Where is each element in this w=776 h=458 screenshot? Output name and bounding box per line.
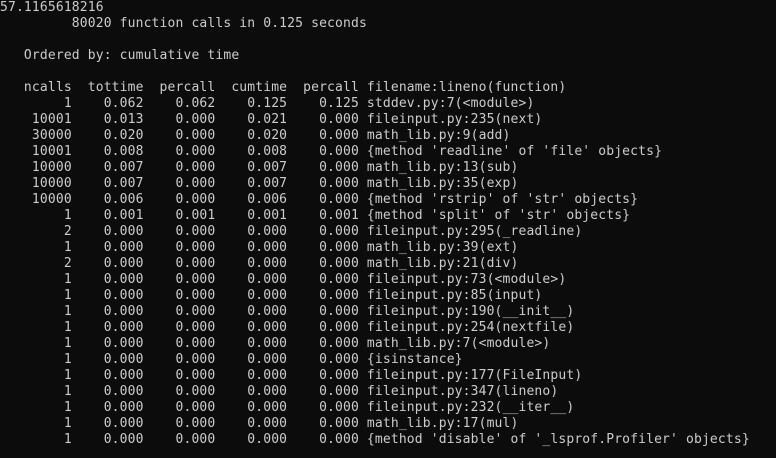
profile-row: 10000 0.007 0.000 0.007 0.000 math_lib.p… (0, 176, 519, 191)
profile-row: 1 0.000 0.000 0.000 0.000 fileinput.py:3… (0, 384, 559, 399)
profile-row: 1 0.000 0.000 0.000 0.000 fileinput.py:2… (0, 320, 575, 335)
profile-row: 10000 0.006 0.000 0.006 0.000 {method 'r… (0, 192, 639, 207)
profile-row: 30000 0.020 0.000 0.020 0.000 math_lib.p… (0, 128, 511, 143)
profile-row: 2 0.000 0.000 0.000 0.000 fileinput.py:2… (0, 224, 583, 239)
profile-row: 1 0.000 0.000 0.000 0.000 fileinput.py:1… (0, 368, 583, 383)
summary-line: 80020 function calls in 0.125 seconds (0, 16, 367, 31)
profile-row: 10001 0.008 0.000 0.008 0.000 {method 'r… (0, 144, 663, 159)
profile-row: 1 0.000 0.000 0.000 0.000 fileinput.py:8… (0, 288, 543, 303)
profile-row: 1 0.000 0.000 0.000 0.000 fileinput.py:1… (0, 304, 575, 319)
profile-row: 2 0.000 0.000 0.000 0.000 math_lib.py:21… (0, 256, 519, 271)
profile-row: 1 0.000 0.000 0.000 0.000 {method 'disab… (0, 432, 750, 447)
profile-row: 10000 0.007 0.000 0.007 0.000 math_lib.p… (0, 160, 519, 175)
profile-row: 1 0.000 0.000 0.000 0.000 math_lib.py:7(… (0, 336, 551, 351)
profile-row: 1 0.000 0.000 0.000 0.000 {isinstance} (0, 352, 463, 367)
profile-row: 1 0.062 0.062 0.125 0.125 stddev.py:7(<m… (0, 96, 535, 111)
result-line: 57.1165618216 (0, 0, 104, 15)
profile-rows: 1 0.062 0.062 0.125 0.125 stddev.py:7(<m… (0, 96, 776, 448)
profile-row: 10001 0.013 0.000 0.021 0.000 fileinput.… (0, 112, 543, 127)
profile-row: 1 0.000 0.000 0.000 0.000 math_lib.py:39… (0, 240, 519, 255)
terminal-window[interactable]: 57.1165618216 80020 function calls in 0.… (0, 0, 776, 458)
ordered-by-line: Ordered by: cumulative time (0, 48, 240, 63)
profile-row: 1 0.000 0.000 0.000 0.000 fileinput.py:2… (0, 400, 575, 415)
profile-row: 1 0.000 0.000 0.000 0.000 fileinput.py:7… (0, 272, 567, 287)
profile-row: 1 0.001 0.001 0.001 0.001 {method 'split… (0, 208, 631, 223)
profile-header-line: ncalls tottime percall cumtime percall f… (0, 80, 567, 95)
profile-row: 1 0.000 0.000 0.000 0.000 math_lib.py:17… (0, 416, 519, 431)
